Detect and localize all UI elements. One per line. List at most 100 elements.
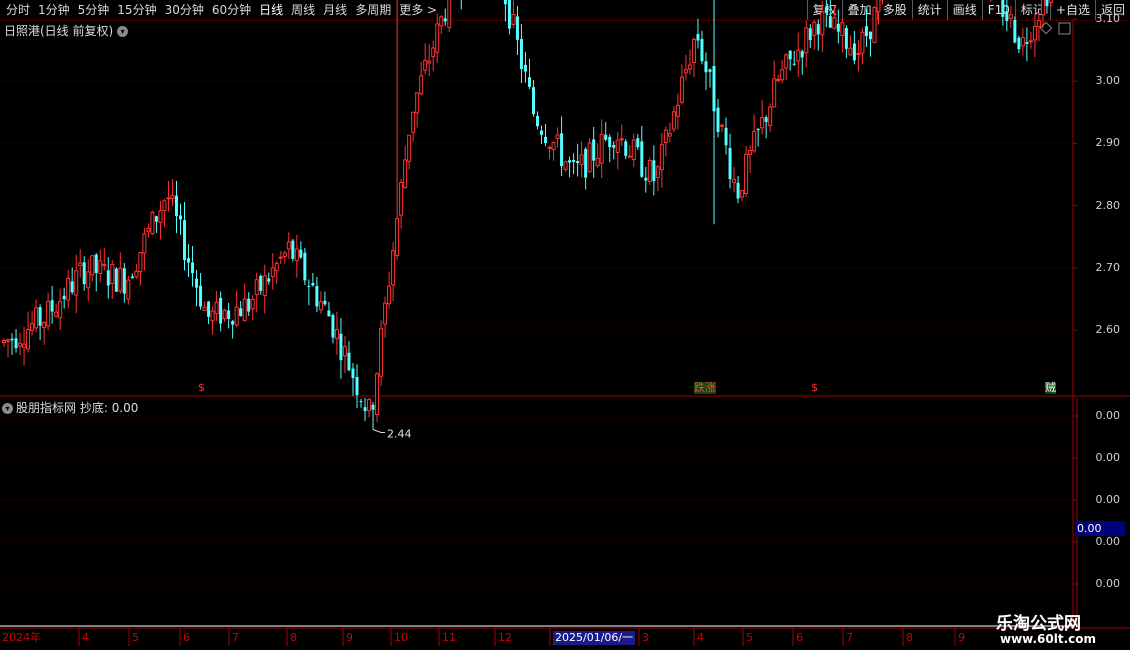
- candle-body: [262, 275, 267, 296]
- date-tick-label: 2024年: [2, 631, 41, 644]
- candle-body: [187, 258, 191, 263]
- candle-body: [551, 142, 556, 150]
- candle-body: [1036, 20, 1041, 28]
- candle-body: [679, 76, 684, 103]
- candle-body: [708, 69, 712, 72]
- candle-body: [700, 39, 704, 62]
- candle-body: [828, 16, 832, 28]
- candle-body: [592, 139, 596, 161]
- candle-body: [70, 281, 74, 293]
- candle-body: [110, 264, 115, 285]
- candle-body: [391, 250, 396, 286]
- candle-body: [195, 278, 199, 288]
- candle-body: [359, 401, 363, 403]
- candle-body: [584, 148, 588, 178]
- candle-body: [86, 271, 91, 289]
- candle-body: [118, 267, 123, 292]
- candle-body: [1008, 14, 1013, 19]
- candle-body: [720, 124, 725, 127]
- candle-body: [219, 298, 223, 324]
- candle-body: [42, 322, 47, 329]
- candle-body: [286, 241, 291, 250]
- date-tick-label: 2025/01/06/一: [553, 631, 636, 645]
- date-tick-label: 7: [232, 631, 239, 644]
- signal-marker: $: [811, 381, 818, 394]
- candle-body: [696, 34, 700, 41]
- candle-body: [864, 26, 868, 37]
- candle-body: [1017, 37, 1021, 50]
- candle-body: [555, 134, 560, 139]
- candle-body: [540, 130, 544, 135]
- candle-body: [1032, 25, 1037, 41]
- candle-body: [523, 64, 527, 72]
- candle-body: [242, 298, 247, 322]
- candle-body: [403, 159, 408, 188]
- candle-body: [608, 136, 612, 148]
- candle-body: [868, 31, 872, 40]
- date-tick-label: 5: [746, 631, 753, 644]
- date-tick-label: 9: [958, 631, 965, 644]
- panel-toggle-icon: [1058, 22, 1071, 35]
- candle-body: [572, 159, 576, 162]
- candle-body: [507, 0, 511, 29]
- candle-body: [691, 38, 696, 63]
- candle-body: [114, 268, 118, 292]
- date-tick-label: 11: [442, 631, 456, 644]
- date-tick-label: 8: [906, 631, 913, 644]
- candle-body: [387, 285, 392, 305]
- candle-body: [563, 161, 568, 170]
- candle-body: [776, 78, 781, 81]
- candle-body: [419, 75, 424, 95]
- candle-body: [627, 155, 632, 158]
- candle-body: [415, 92, 420, 114]
- candle-body: [375, 373, 380, 416]
- candle-body: [760, 117, 765, 129]
- watermark-url: www.60lt.com: [1000, 632, 1097, 646]
- candle-body: [568, 160, 572, 163]
- candle-body: [671, 111, 676, 130]
- candle-body: [154, 216, 158, 222]
- candle-body: [307, 285, 311, 287]
- candle-body: [214, 301, 219, 315]
- date-tick-label: 5: [132, 631, 139, 644]
- candle-body: [282, 252, 287, 257]
- date-tick-label: 4: [82, 631, 89, 644]
- candle-body: [624, 141, 628, 156]
- candle-body: [644, 177, 648, 181]
- chevron-down-icon[interactable]: ▾: [2, 403, 13, 414]
- candle-body: [18, 342, 23, 347]
- candle-body: [1005, 11, 1009, 21]
- candle-body: [612, 145, 616, 148]
- candle-body: [311, 283, 315, 286]
- candle-body: [728, 148, 732, 180]
- candle-body: [640, 141, 644, 177]
- candle-body: [788, 50, 792, 60]
- candle-body: [655, 166, 660, 178]
- signal-marker: $: [198, 381, 205, 394]
- indicator-title: ▾ 股朋指标网 抄底: 0.00: [2, 399, 138, 416]
- candle-body: [66, 277, 71, 301]
- low-label: 2.44: [387, 428, 412, 441]
- candle-body: [848, 47, 853, 56]
- candle-body: [98, 260, 103, 274]
- indicator-name: 抄底: [79, 401, 104, 415]
- candle-body: [339, 333, 343, 361]
- candle-body: [740, 190, 745, 198]
- kline-chart[interactable]: 3.532.44: [0, 0, 1130, 650]
- candle-body: [142, 233, 147, 254]
- candle-body: [812, 21, 817, 36]
- candle-body: [752, 131, 757, 152]
- candle-body: [1040, 0, 1045, 16]
- candle-body: [527, 77, 531, 87]
- candle-body: [595, 157, 600, 167]
- date-tick-label: 8: [290, 631, 297, 644]
- candle-body: [207, 301, 211, 317]
- candle-body: [222, 309, 227, 320]
- price-tick-label: 3.10: [1095, 12, 1121, 25]
- candle-body: [1001, 0, 1005, 17]
- candle-body: [351, 368, 355, 379]
- candle-body: [411, 111, 416, 133]
- candle-body: [683, 69, 688, 74]
- candle-body: [824, 7, 828, 13]
- candle-body: [231, 321, 235, 325]
